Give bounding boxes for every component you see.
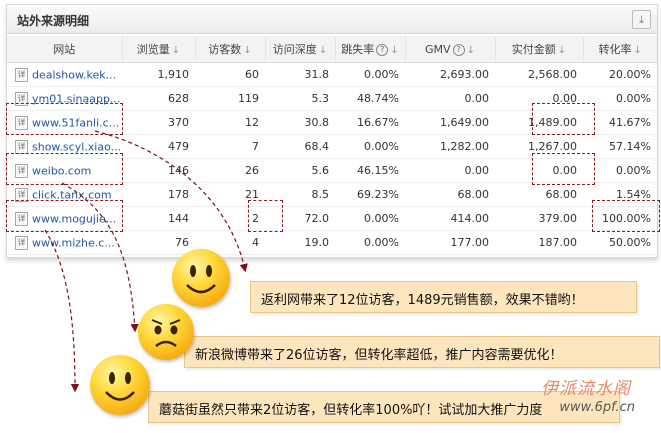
worried-face-icon: [138, 304, 194, 360]
callout-text: 返利网带来了12位访客，1489元销售额，效果不错哟！: [261, 293, 584, 308]
watermark-url: www.6pf.cn: [559, 400, 635, 415]
happy-face-icon: [90, 355, 150, 415]
callout-51fanli: 返利网带来了12位访客，1489元销售额，效果不错哟！: [250, 281, 637, 313]
happy-face-icon: [172, 249, 230, 307]
arrow-weibo: [61, 182, 139, 333]
watermark-logo: 伊派流水阁: [541, 379, 631, 399]
callout-text: 新浪微博带来了26位访客，但转化率超低，推广内容需要优化！: [195, 348, 563, 363]
arrow-mogujie: [44, 229, 80, 393]
callout-text: 蘑菇街虽然只带来2位访客，但转化率100%吖！试试加大推广力度: [159, 403, 543, 418]
callout-weibo: 新浪微博带来了26位访客，但转化率超低，推广内容需要优化！: [184, 336, 660, 368]
